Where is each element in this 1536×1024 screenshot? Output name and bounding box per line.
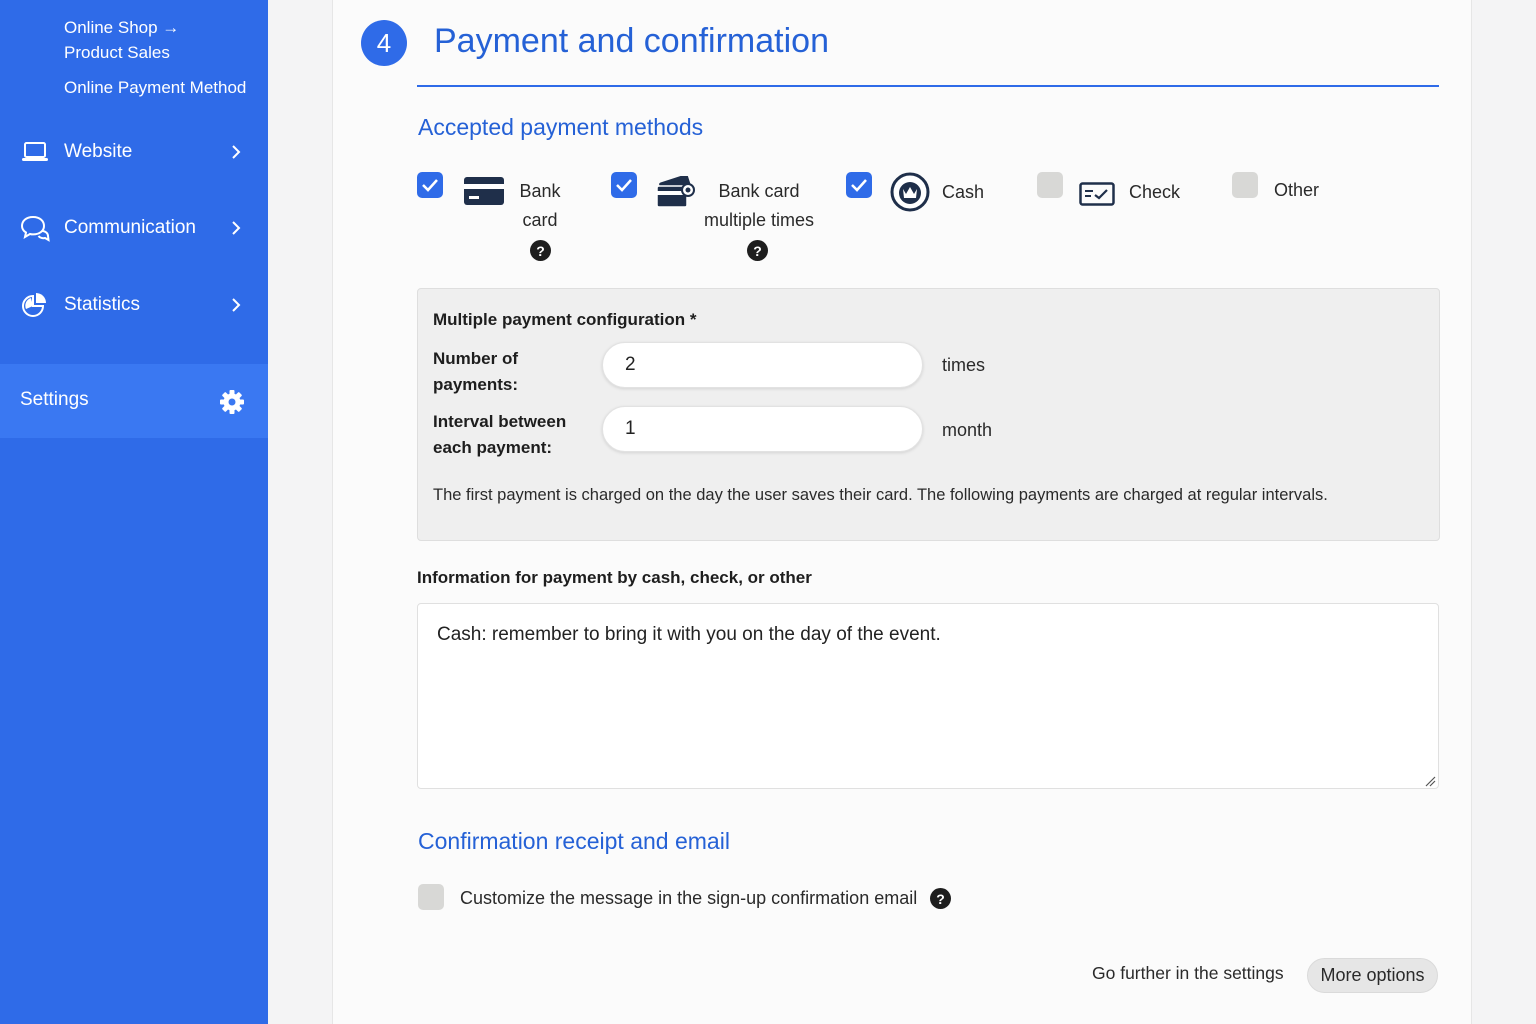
other-checkbox[interactable]: [1232, 172, 1258, 198]
further-settings-text: Go further in the settings: [1092, 963, 1284, 983]
bank-card-label-line2: card: [522, 210, 558, 230]
help-icon[interactable]: ?: [747, 240, 768, 261]
credit-card-icon: [463, 176, 505, 211]
step-badge: 4: [361, 20, 407, 66]
check-label: Check: [1129, 182, 1181, 202]
info-label: Information for payment by cash, check, …: [417, 568, 812, 587]
customize-message-checkbox[interactable]: [418, 884, 444, 910]
sidebar-item-communication[interactable]: Communication: [0, 200, 268, 256]
cards-multiple-icon: [655, 174, 697, 215]
interval-label-line2: each payment:: [433, 438, 553, 457]
interval-input[interactable]: [602, 406, 923, 452]
num-payments-label-line1: Number of: [433, 349, 518, 368]
bank-card-multiple-label-line2: multiple times: [703, 210, 815, 230]
sidebar-item-label: Website: [64, 141, 133, 162]
sidebar-link-online-payment-method[interactable]: Online Payment Method: [64, 75, 246, 100]
sidebar-item-website[interactable]: Website: [0, 124, 268, 180]
pie-chart-icon: [20, 291, 50, 319]
chevron-right-icon: [228, 297, 244, 313]
interval-unit: month: [942, 420, 993, 440]
num-payments-unit: times: [942, 355, 986, 375]
bank-card-checkbox[interactable]: [417, 172, 443, 198]
title-divider: [417, 85, 1439, 87]
bank-card-label-line1: Bank: [519, 181, 561, 201]
cash-checkbox[interactable]: [846, 172, 872, 198]
sidebar-item-settings[interactable]: Settings: [0, 364, 268, 438]
customize-message-label: Customize the message in the sign-up con…: [460, 888, 918, 908]
cash-label: Cash: [942, 182, 985, 202]
sidebar-item-statistics[interactable]: Statistics: [0, 277, 268, 333]
interval-label: Interval between each payment:: [433, 409, 566, 461]
chevron-right-icon: [228, 144, 244, 160]
other-label: Other: [1274, 180, 1320, 200]
help-icon[interactable]: ?: [930, 888, 951, 909]
sidebar: Online Shop → Product Sales Online Payme…: [0, 0, 268, 1024]
payment-info-textarea[interactable]: Cash: remember to bring it with you on t…: [417, 603, 1439, 789]
bank-card-multiple-checkbox[interactable]: [611, 172, 637, 198]
config-title: Multiple payment configuration *: [433, 310, 697, 329]
more-options-button[interactable]: More options: [1307, 958, 1438, 993]
page-title: Payment and confirmation: [434, 22, 829, 60]
num-payments-input[interactable]: [602, 342, 923, 388]
confirmation-heading: Confirmation receipt and email: [418, 828, 730, 854]
check-checkbox[interactable]: [1037, 172, 1063, 198]
bank-card-multiple-label: Bank card multiple times: [697, 177, 821, 235]
bank-card-multiple-label-line1: Bank card: [718, 181, 800, 201]
gear-icon: [219, 389, 245, 420]
num-payments-label-line2: payments:: [433, 375, 519, 394]
interval-label-line1: Interval between: [433, 412, 567, 431]
resize-handle-icon[interactable]: [1424, 774, 1436, 787]
chevron-right-icon: [228, 220, 244, 236]
chat-bubbles-icon: [20, 214, 50, 242]
sidebar-link-product-sales[interactable]: Product Sales: [64, 40, 170, 65]
bank-card-label: Bank card: [510, 177, 570, 235]
coin-icon: [890, 172, 930, 217]
sidebar-item-label: Settings: [20, 389, 89, 410]
num-payments-label: Number of payments:: [433, 346, 518, 398]
sidebar-link-online-shop[interactable]: Online Shop →: [64, 15, 179, 40]
help-icon[interactable]: ?: [530, 240, 551, 261]
accepted-payment-heading: Accepted payment methods: [418, 114, 704, 140]
config-note: The first payment is charged on the day …: [433, 486, 1328, 504]
sidebar-item-label: Statistics: [64, 294, 141, 315]
sidebar-item-label: Communication: [64, 217, 196, 238]
check-icon: [1079, 182, 1115, 211]
laptop-icon: [20, 138, 50, 166]
